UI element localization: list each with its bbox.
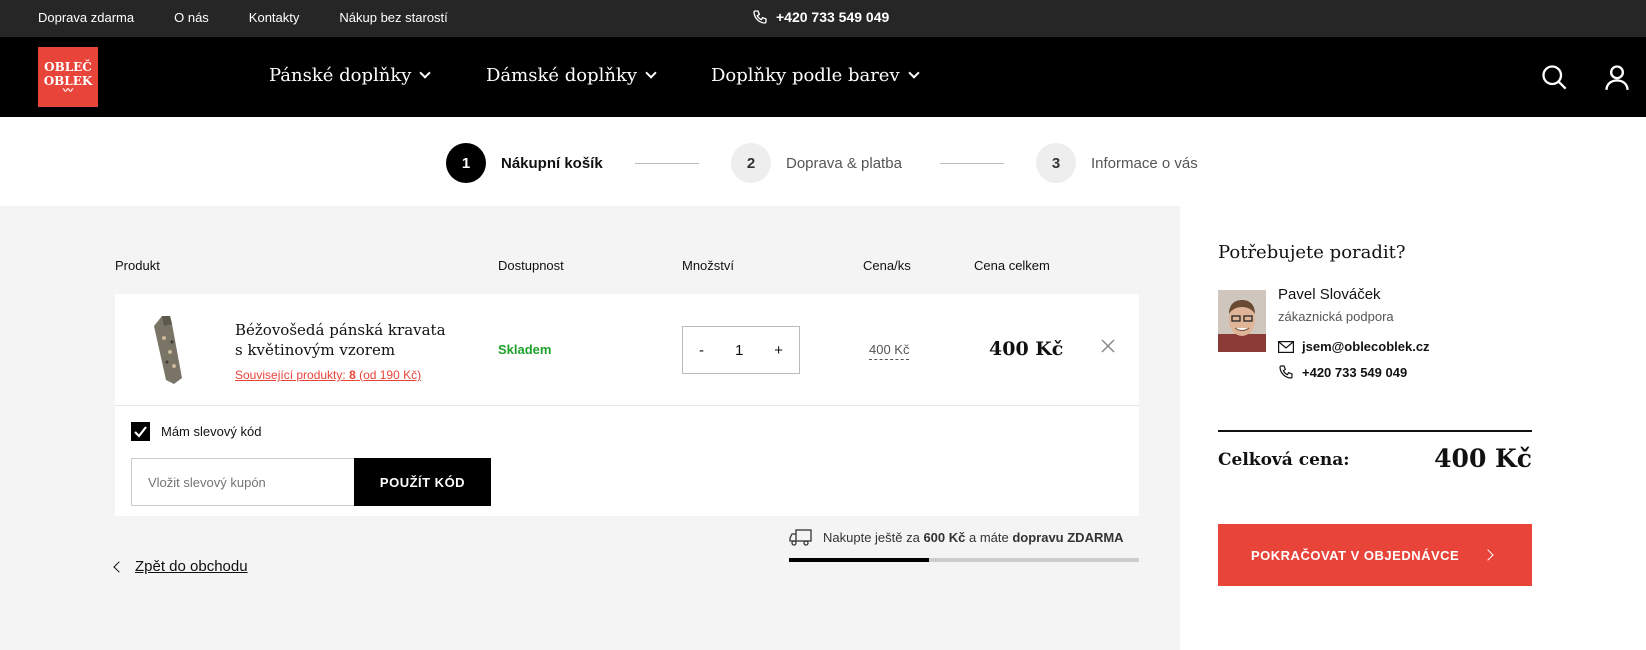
- step-divider: [635, 163, 699, 164]
- support-phone-text: +420 733 549 049: [1302, 364, 1408, 380]
- shipping-suffix: dopravu ZDARMA: [1012, 529, 1124, 545]
- step-label: Nákupní košík: [501, 154, 603, 172]
- step-label: Informace o vás: [1091, 154, 1198, 172]
- chevron-down-icon: [419, 67, 432, 79]
- top-link-shipping[interactable]: Doprava zdarma: [38, 10, 134, 25]
- support-email[interactable]: jsem@oblecoblek.cz: [1278, 339, 1430, 354]
- cart-main: Produkt Dostupnost Množství Cena/ks Cena…: [0, 206, 1180, 650]
- top-link-about[interactable]: O nás: [174, 10, 209, 25]
- related-products-link[interactable]: Související produkty: 8 (od 190 Kč): [235, 368, 421, 382]
- mail-icon: [1278, 340, 1294, 353]
- quantity-decrease-button[interactable]: -: [699, 342, 704, 359]
- product-name[interactable]: Béžovošedá pánská kravata s květinovým v…: [235, 320, 455, 360]
- header-product: Produkt: [115, 258, 160, 273]
- support-role: zákaznická podpora: [1278, 309, 1394, 324]
- free-shipping-progress-fill: [789, 558, 929, 562]
- unit-price: 400 Kč: [869, 342, 910, 360]
- shipping-amount: 600 Kč: [923, 529, 966, 545]
- availability-status: Skladem: [498, 342, 552, 357]
- order-sidebar: Potřebujete poradit? Pavel Slováček záka…: [1180, 206, 1646, 650]
- avatar: [1218, 290, 1266, 352]
- step-information[interactable]: 3 Informace o vás: [1036, 143, 1198, 183]
- phone-icon: [1279, 365, 1293, 379]
- header-availability: Dostupnost: [498, 258, 564, 273]
- step-shipping-payment[interactable]: 2 Doprava & platba: [731, 143, 902, 183]
- header-quantity: Množství: [682, 258, 735, 273]
- free-shipping-text: Nakupte ještě za 600 Kč a máte dopravu Z…: [823, 530, 1124, 545]
- logo-line-1: OBLEČ: [44, 60, 92, 74]
- nav-mens-label: Pánské doplňky: [269, 65, 412, 86]
- header-total-price: Cena celkem: [974, 258, 1050, 273]
- search-icon[interactable]: [1540, 63, 1568, 91]
- step-number: 3: [1036, 143, 1076, 183]
- support-name: Pavel Slováček: [1278, 286, 1381, 303]
- back-to-shop-label: Zpět do obchodu: [135, 558, 248, 575]
- total-price-value: 400 Kč: [1434, 444, 1532, 473]
- summary-divider: [1218, 430, 1532, 432]
- total-price-label: Celková cena:: [1218, 450, 1350, 470]
- coupon-checkbox[interactable]: [131, 422, 150, 441]
- coupon-input[interactable]: [131, 458, 355, 506]
- nav-womens-label: Dámské doplňky: [486, 65, 638, 86]
- quantity-stepper: - 1 +: [682, 326, 800, 374]
- top-bar: Doprava zdarma O nás Kontakty Nákup bez …: [0, 0, 1646, 37]
- free-shipping-progress: [789, 558, 1139, 562]
- close-icon[interactable]: [1100, 338, 1116, 354]
- nav-by-color[interactable]: Doplňky podle barev: [711, 65, 920, 86]
- logo[interactable]: OBLEČ OBLEK 〰: [38, 47, 98, 107]
- item-total-price: 400 Kč: [989, 338, 1064, 360]
- chevron-right-icon: [1482, 549, 1494, 561]
- back-to-shop-link[interactable]: Zpět do obchodu: [113, 558, 248, 575]
- free-shipping-info: Nakupte ještě za 600 Kč a máte dopravu Z…: [789, 528, 1124, 546]
- shipping-prefix: Nakupte ještě za: [823, 529, 924, 545]
- related-count: 8: [349, 368, 356, 382]
- nav-mens-accessories[interactable]: Pánské doplňky: [269, 65, 432, 86]
- top-link-contacts[interactable]: Kontakty: [249, 10, 300, 25]
- top-links: Doprava zdarma O nás Kontakty Nákup bez …: [38, 10, 488, 25]
- coupon-section: Mám slevový kód POUŽÍT KÓD: [115, 406, 1139, 516]
- step-label: Doprava & platba: [786, 154, 902, 172]
- support-phone[interactable]: +420 733 549 049: [1278, 364, 1407, 380]
- main-navbar: OBLEČ OBLEK 〰 Pánské doplňky Dámské dopl…: [0, 37, 1646, 117]
- user-icon[interactable]: [1603, 63, 1631, 91]
- continue-order-button[interactable]: POKRAČOVAT V OBJEDNÁVCE: [1218, 524, 1532, 586]
- apply-coupon-button[interactable]: POUŽÍT KÓD: [354, 458, 491, 506]
- related-suffix: (od 190 Kč): [355, 368, 422, 382]
- step-cart[interactable]: 1 Nákupní košík: [446, 143, 603, 183]
- table-row: Béžovošedá pánská kravata s květinovým v…: [115, 294, 1139, 406]
- top-link-worry-free[interactable]: Nákup bez starostí: [339, 10, 447, 25]
- check-icon: [134, 426, 147, 438]
- nav-by-color-label: Doplňky podle barev: [711, 65, 900, 86]
- top-phone[interactable]: +420 733 549 049: [752, 9, 889, 25]
- step-divider: [940, 163, 1004, 164]
- coupon-checkbox-label[interactable]: Mám slevový kód: [161, 424, 261, 439]
- support-heading: Potřebujete poradit?: [1218, 242, 1406, 263]
- chevron-down-icon: [645, 67, 657, 79]
- mustache-icon: 〰: [63, 86, 73, 97]
- shipping-middle: a máte: [965, 529, 1013, 545]
- support-email-text: jsem@oblecoblek.cz: [1302, 339, 1430, 354]
- step-number: 1: [446, 143, 486, 183]
- related-prefix: Související produkty:: [235, 368, 350, 382]
- product-image[interactable]: [150, 314, 186, 386]
- chevron-down-icon: [907, 67, 920, 79]
- quantity-value[interactable]: 1: [735, 342, 743, 359]
- phone-icon: [753, 10, 767, 24]
- top-phone-number: +420 733 549 049: [776, 9, 890, 25]
- chevron-left-icon: [113, 560, 125, 573]
- truck-icon: [789, 529, 812, 546]
- step-number: 2: [731, 143, 771, 183]
- header-unit-price: Cena/ks: [863, 258, 911, 273]
- continue-order-label: POKRAČOVAT V OBJEDNÁVCE: [1251, 547, 1460, 563]
- nav-womens-accessories[interactable]: Dámské doplňky: [486, 65, 657, 86]
- checkout-steps: 1 Nákupní košík 2 Doprava & platba 3 Inf…: [0, 117, 1646, 207]
- quantity-increase-button[interactable]: +: [774, 342, 783, 359]
